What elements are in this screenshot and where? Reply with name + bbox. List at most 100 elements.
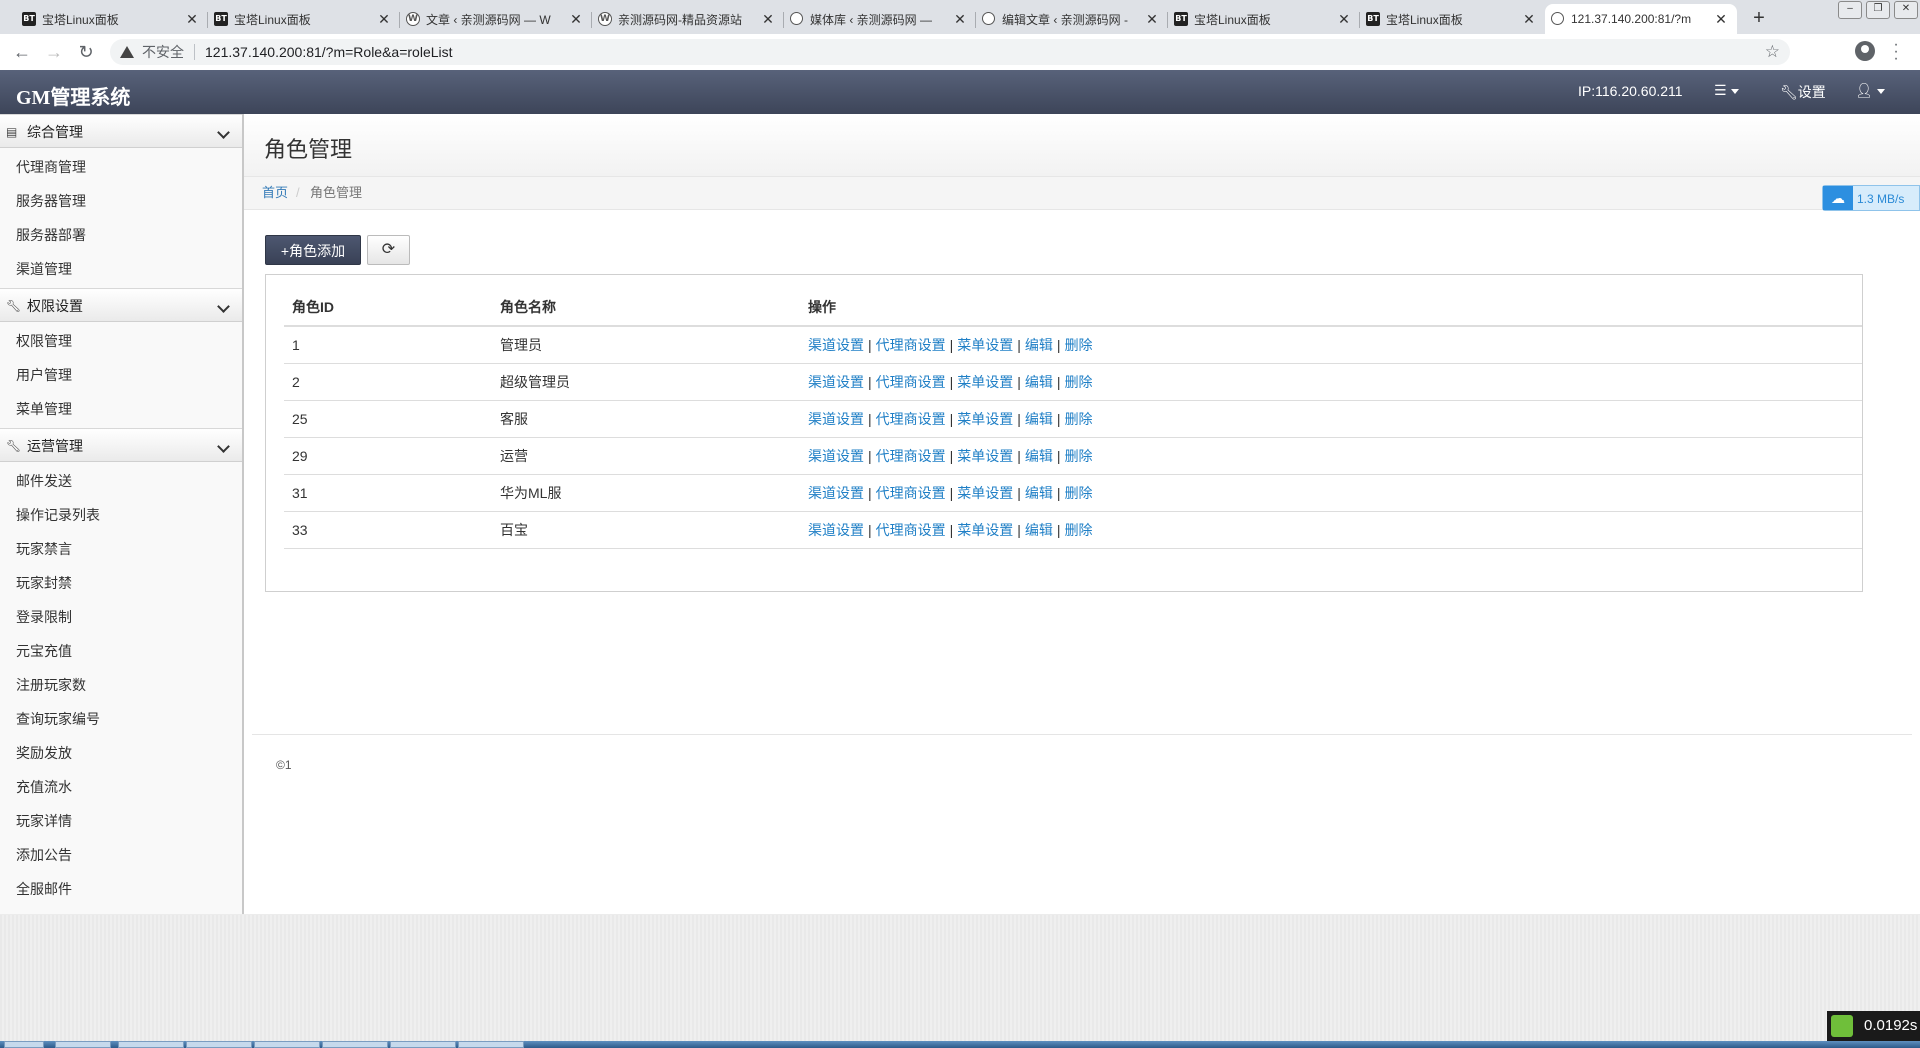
sidebar-group-header[interactable]: ▤ 综合管理 <box>0 114 242 148</box>
browser-tab[interactable]: BT 宝塔Linux面板 ✕ <box>1168 4 1360 34</box>
delete-link[interactable]: 删除 <box>1065 522 1093 538</box>
sidebar-item[interactable]: 玩家详情 <box>0 804 242 838</box>
sidebar-item[interactable]: 权限管理 <box>0 324 242 358</box>
edit-link[interactable]: 编辑 <box>1025 374 1053 390</box>
minimize-icon[interactable]: – <box>1838 1 1862 19</box>
forward-icon[interactable]: → <box>42 40 66 64</box>
account-icon[interactable] <box>1855 41 1875 61</box>
channel-settings-link[interactable]: 渠道设置 <box>808 448 864 464</box>
sidebar-group-header[interactable]: 🔧︎ 权限设置 <box>0 288 242 322</box>
browser-tab[interactable]: 编辑文章 ‹ 亲测源码网 - ✕ <box>976 4 1168 34</box>
sidebar-item[interactable]: 用户管理 <box>0 358 242 392</box>
delete-link[interactable]: 删除 <box>1065 448 1093 464</box>
sidebar-item[interactable]: 添加公告 <box>0 838 242 872</box>
user-menu-toggle[interactable]: 👤︎ <box>1855 82 1885 99</box>
agent-settings-link[interactable]: 代理商设置 <box>876 448 946 464</box>
sidebar-item[interactable]: 操作记录列表 <box>0 498 242 532</box>
sidebar-item[interactable]: 服务器部署 <box>0 218 242 252</box>
brand[interactable]: GM管理系统 <box>16 81 130 110</box>
bookmark-star-icon[interactable]: ☆ <box>1765 42 1780 62</box>
sidebar-item[interactable]: 玩家封禁 <box>0 566 242 600</box>
menu-settings-link[interactable]: 菜单设置 <box>957 485 1013 501</box>
edit-link[interactable]: 编辑 <box>1025 411 1053 427</box>
tab-close-icon[interactable]: ✕ <box>184 11 200 28</box>
taskbar-app[interactable] <box>458 1041 524 1048</box>
channel-settings-link[interactable]: 渠道设置 <box>808 411 864 427</box>
omnibox[interactable]: 不安全 121.37.140.200:81/?m=Role&a=roleList… <box>110 39 1790 65</box>
settings-link[interactable]: 🔧︎设置 <box>1780 82 1826 102</box>
browser-tab[interactable]: BT 宝塔Linux面板 ✕ <box>208 4 400 34</box>
agent-settings-link[interactable]: 代理商设置 <box>876 485 946 501</box>
taskbar-app[interactable] <box>55 1041 111 1048</box>
channel-settings-link[interactable]: 渠道设置 <box>808 485 864 501</box>
reload-icon[interactable]: ↻ <box>74 40 98 64</box>
tab-close-icon[interactable]: ✕ <box>1336 11 1352 28</box>
taskbar-app[interactable] <box>322 1041 388 1048</box>
edit-link[interactable]: 编辑 <box>1025 337 1053 353</box>
menu-settings-link[interactable]: 菜单设置 <box>957 522 1013 538</box>
agent-settings-link[interactable]: 代理商设置 <box>876 374 946 390</box>
sidebar-item[interactable]: 查询玩家编号 <box>0 702 242 736</box>
list-menu-toggle[interactable]: ☰ <box>1714 82 1739 99</box>
browser-menu-icon[interactable]: · · · <box>1893 37 1899 67</box>
tab-close-icon[interactable]: ✕ <box>1521 11 1537 28</box>
url-text[interactable]: 121.37.140.200:81/?m=Role&a=roleList <box>205 44 453 60</box>
sidebar-item[interactable]: 邮件发送 <box>0 464 242 498</box>
sidebar-item[interactable]: 元宝充值 <box>0 634 242 668</box>
sidebar-item[interactable]: 代理商管理 <box>0 150 242 184</box>
channel-settings-link[interactable]: 渠道设置 <box>808 522 864 538</box>
agent-settings-link[interactable]: 代理商设置 <box>876 522 946 538</box>
sidebar-item[interactable]: 奖励发放 <box>0 736 242 770</box>
taskbar-app[interactable] <box>254 1041 320 1048</box>
tab-close-icon[interactable]: ✕ <box>568 11 584 28</box>
restore-icon[interactable]: ❐ <box>1866 1 1890 19</box>
delete-link[interactable]: 删除 <box>1065 485 1093 501</box>
back-icon[interactable]: ← <box>10 40 34 64</box>
taskbar-app[interactable] <box>186 1041 252 1048</box>
taskbar-app[interactable] <box>118 1041 184 1048</box>
sidebar-item[interactable]: 渠道管理 <box>0 252 242 286</box>
sidebar-item[interactable]: 全服邮件 <box>0 872 242 906</box>
refresh-button[interactable]: ⟳ <box>367 235 410 265</box>
start-button[interactable] <box>4 1041 44 1048</box>
delete-link[interactable]: 删除 <box>1065 411 1093 427</box>
taskbar-app[interactable] <box>390 1041 456 1048</box>
channel-settings-link[interactable]: 渠道设置 <box>808 337 864 353</box>
sidebar-item[interactable]: 玩家禁言 <box>0 532 242 566</box>
sidebar-item[interactable]: 充值流水 <box>0 770 242 804</box>
sidebar-item[interactable]: 登录限制 <box>0 600 242 634</box>
tab-close-icon[interactable]: ✕ <box>1144 11 1160 28</box>
sidebar-item[interactable]: 注册玩家数 <box>0 668 242 702</box>
browser-tab[interactable]: W 文章 ‹ 亲测源码网 — W ✕ <box>400 4 592 34</box>
browser-tab[interactable]: BT 宝塔Linux面板 ✕ <box>16 4 208 34</box>
browser-tab[interactable]: W 亲测源码网-精品资源站 ✕ <box>592 4 784 34</box>
menu-settings-link[interactable]: 菜单设置 <box>957 448 1013 464</box>
menu-settings-link[interactable]: 菜单设置 <box>957 337 1013 353</box>
agent-settings-link[interactable]: 代理商设置 <box>876 337 946 353</box>
browser-tab[interactable]: 媒体库 ‹ 亲测源码网 — ✕ <box>784 4 976 34</box>
tab-close-icon[interactable]: ✕ <box>952 11 968 28</box>
new-tab-button[interactable]: + <box>1745 5 1773 31</box>
delete-link[interactable]: 删除 <box>1065 337 1093 353</box>
edit-link[interactable]: 编辑 <box>1025 448 1053 464</box>
edit-link[interactable]: 编辑 <box>1025 485 1053 501</box>
menu-settings-link[interactable]: 菜单设置 <box>957 411 1013 427</box>
sidebar-item[interactable]: 服务器管理 <box>0 184 242 218</box>
delete-link[interactable]: 删除 <box>1065 374 1093 390</box>
tab-close-icon[interactable]: ✕ <box>760 11 776 28</box>
close-window-icon[interactable]: ✕ <box>1894 1 1918 19</box>
sidebar-group-header[interactable]: 🔧︎ 运营管理 <box>0 428 242 462</box>
browser-tab[interactable]: 121.37.140.200:81/?m ✕ <box>1545 4 1737 34</box>
menu-settings-link[interactable]: 菜单设置 <box>957 374 1013 390</box>
edit-link[interactable]: 编辑 <box>1025 522 1053 538</box>
tab-close-icon[interactable]: ✕ <box>376 11 392 28</box>
network-speed-widget[interactable]: ☁ 1.3 MB/s <box>1822 185 1920 211</box>
agent-settings-link[interactable]: 代理商设置 <box>876 411 946 427</box>
sidebar-item[interactable]: 菜单管理 <box>0 392 242 426</box>
globe-icon <box>982 12 995 25</box>
browser-tab[interactable]: BT 宝塔Linux面板 ✕ <box>1360 4 1545 34</box>
add-role-button[interactable]: +角色添加 <box>265 235 361 265</box>
tab-close-icon[interactable]: ✕ <box>1713 11 1729 28</box>
channel-settings-link[interactable]: 渠道设置 <box>808 374 864 390</box>
breadcrumb-home[interactable]: 首页 <box>262 177 288 209</box>
